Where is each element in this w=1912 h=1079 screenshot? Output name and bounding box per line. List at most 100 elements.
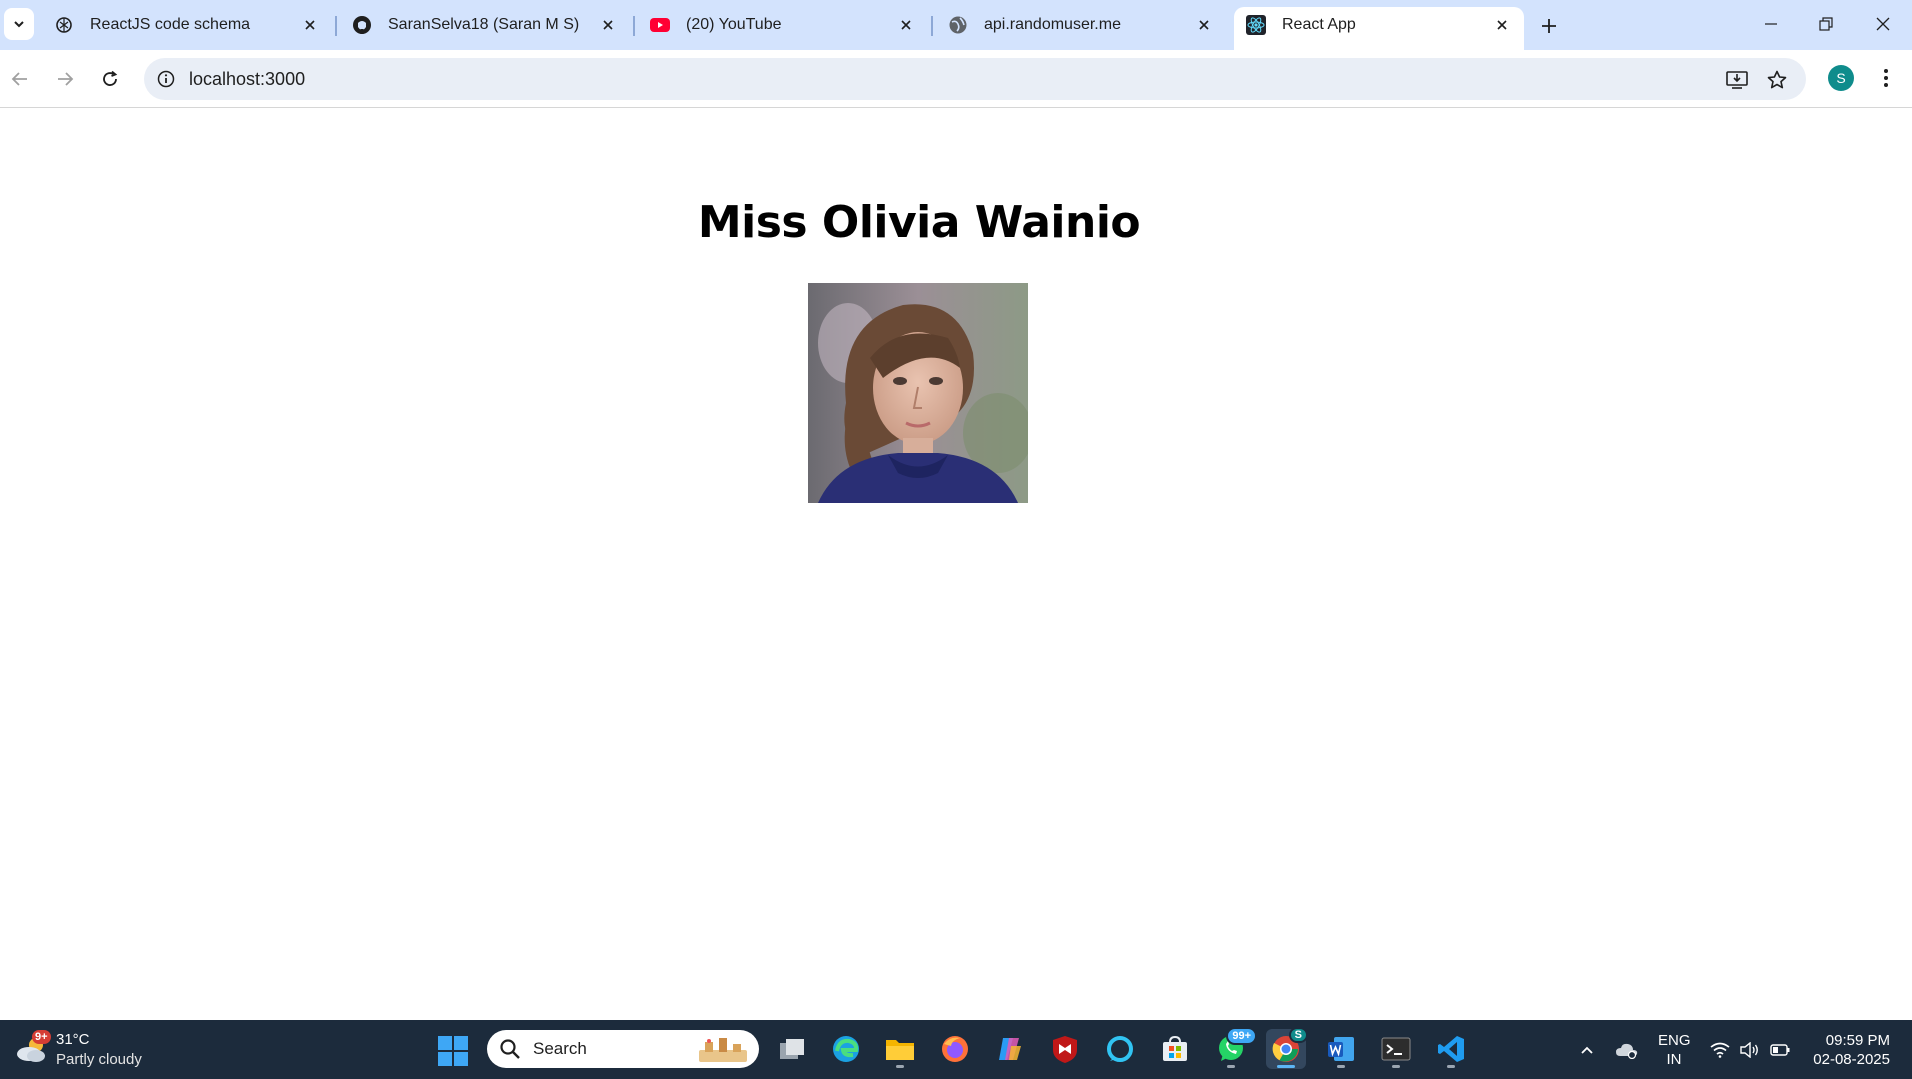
system-clock[interactable]: 09:59 PM 02-08-2025 <box>1800 1031 1890 1069</box>
region-code: IN <box>1666 1051 1682 1068</box>
more-vertical-icon <box>1884 69 1888 87</box>
tab-separator <box>931 16 933 36</box>
firefox-taskbar-button[interactable] <box>935 1029 975 1069</box>
tab-search-button[interactable] <box>4 8 34 40</box>
windows-logo-tile <box>438 1052 452 1066</box>
chatgpt-icon <box>54 15 74 35</box>
task-view-button[interactable] <box>772 1029 812 1069</box>
windows-logo-tile <box>454 1036 468 1050</box>
page-viewport: Miss Olivia Wainio <box>0 109 1912 1020</box>
reload-icon <box>103 70 118 86</box>
close-window-button[interactable] <box>1860 6 1906 42</box>
weather-widget[interactable]: 9+ 31°C Partly cloudy <box>14 1030 142 1070</box>
battery-tray-button[interactable] <box>1766 1020 1794 1079</box>
windows-logo-tile <box>438 1036 452 1050</box>
browser-menu-button[interactable] <box>1874 62 1898 94</box>
minimize-button[interactable] <box>1748 6 1794 42</box>
tab-title: ReactJS code schema <box>90 16 251 33</box>
volume-tray-button[interactable] <box>1736 1020 1764 1079</box>
github-icon <box>352 15 372 35</box>
taskbar-search-box[interactable]: Search <box>487 1030 759 1068</box>
tab-title: api.randomuser.me <box>984 16 1121 33</box>
profile-avatar[interactable]: S <box>1828 65 1854 91</box>
site-info-icon[interactable] <box>154 67 178 91</box>
running-indicator <box>1392 1065 1400 1068</box>
mcafee-taskbar-button[interactable] <box>1045 1029 1085 1069</box>
cloud-sync-icon <box>1616 1043 1638 1059</box>
tab-title: SaranSelva18 (Saran M S) <box>388 16 580 33</box>
youtube-icon <box>650 15 670 35</box>
globe-icon <box>948 15 968 35</box>
firefox-icon <box>942 1036 968 1062</box>
chevron-down-icon <box>14 21 24 28</box>
clock-date: 02-08-2025 <box>1813 1051 1890 1068</box>
input-language-indicator[interactable]: ENG IN <box>1658 1031 1691 1069</box>
address-bar[interactable]: localhost:3000 <box>144 58 1806 100</box>
reload-button[interactable] <box>93 62 127 96</box>
wifi-tray-button[interactable] <box>1706 1020 1734 1079</box>
weather-alert-badge: 9+ <box>32 1030 51 1044</box>
vscode-taskbar-button[interactable] <box>1431 1029 1471 1069</box>
tab-youtube[interactable]: (20) YouTube <box>638 8 928 42</box>
close-icon[interactable] <box>1490 13 1514 37</box>
running-indicator <box>1337 1065 1345 1068</box>
mcafee-shield-icon <box>1053 1036 1077 1063</box>
close-icon[interactable] <box>894 13 918 37</box>
file-explorer-button[interactable] <box>880 1029 920 1069</box>
partly-cloudy-icon: 9+ <box>14 1030 51 1068</box>
tab-strip: ReactJS code schema SaranSelva18 (Saran … <box>0 0 1912 50</box>
bookmark-star-icon[interactable] <box>1764 67 1790 93</box>
onedrive-tray-button[interactable] <box>1610 1020 1644 1079</box>
plus-icon <box>1542 19 1556 33</box>
tab-reactjs-code-schema[interactable]: ReactJS code schema <box>42 8 332 42</box>
alexa-taskbar-button[interactable] <box>1100 1029 1140 1069</box>
restore-button[interactable] <box>1803 6 1849 42</box>
close-icon[interactable] <box>298 13 322 37</box>
tab-github[interactable]: SaranSelva18 (Saran M S) <box>340 8 630 42</box>
store-taskbar-button[interactable] <box>1155 1029 1195 1069</box>
clock-time: 09:59 PM <box>1825 1032 1890 1049</box>
edge-taskbar-button[interactable] <box>826 1029 866 1069</box>
tab-separator <box>335 16 337 36</box>
chevron-up-icon <box>1581 1046 1593 1054</box>
whatsapp-taskbar-button[interactable]: 99+ <box>1211 1027 1257 1069</box>
user-portrait-image <box>808 283 1028 503</box>
word-taskbar-button[interactable] <box>1321 1029 1361 1069</box>
tab-randomuser-api[interactable]: api.randomuser.me <box>936 8 1226 42</box>
chrome-taskbar-button[interactable]: S <box>1266 1027 1308 1069</box>
tab-separator <box>633 16 635 36</box>
browser-toolbar: localhost:3000 S <box>0 50 1912 108</box>
vscode-icon <box>1438 1036 1464 1062</box>
task-view-icon <box>780 1039 804 1059</box>
tab-title: (20) YouTube <box>686 16 782 33</box>
weather-temperature: 31°C <box>56 1031 90 1048</box>
windows-logo-tile <box>454 1052 468 1066</box>
search-label: Search <box>533 1039 587 1058</box>
terminal-icon <box>1381 1037 1411 1061</box>
tab-react-app[interactable]: React App <box>1234 7 1524 50</box>
speaker-icon <box>1740 1041 1758 1058</box>
start-button[interactable] <box>438 1036 468 1066</box>
terminal-taskbar-button[interactable] <box>1376 1029 1416 1069</box>
back-button[interactable] <box>3 62 37 96</box>
react-icon <box>1246 14 1266 35</box>
battery-icon <box>1770 1043 1790 1056</box>
new-tab-button[interactable] <box>1534 11 1564 41</box>
close-icon <box>1876 17 1890 31</box>
wifi-icon <box>1710 1042 1730 1058</box>
install-app-icon[interactable] <box>1724 67 1750 93</box>
forward-button[interactable] <box>48 62 82 96</box>
language-code: ENG <box>1658 1032 1691 1049</box>
copilot-taskbar-button[interactable] <box>990 1029 1030 1069</box>
close-icon[interactable] <box>1192 13 1216 37</box>
taskbar: 9+ 31°C Partly cloudy Search 99+ S ENG I… <box>0 1020 1912 1079</box>
edge-icon <box>833 1036 859 1062</box>
running-indicator <box>896 1065 904 1068</box>
show-hidden-icons-button[interactable] <box>1572 1020 1602 1079</box>
weather-description: Partly cloudy <box>56 1051 142 1068</box>
chrome-profile-badge: S <box>1288 1027 1308 1043</box>
search-highlight-illustration <box>699 1038 747 1062</box>
url-text[interactable]: localhost:3000 <box>189 69 305 90</box>
alexa-ring-icon <box>1107 1036 1133 1062</box>
close-icon[interactable] <box>596 13 620 37</box>
